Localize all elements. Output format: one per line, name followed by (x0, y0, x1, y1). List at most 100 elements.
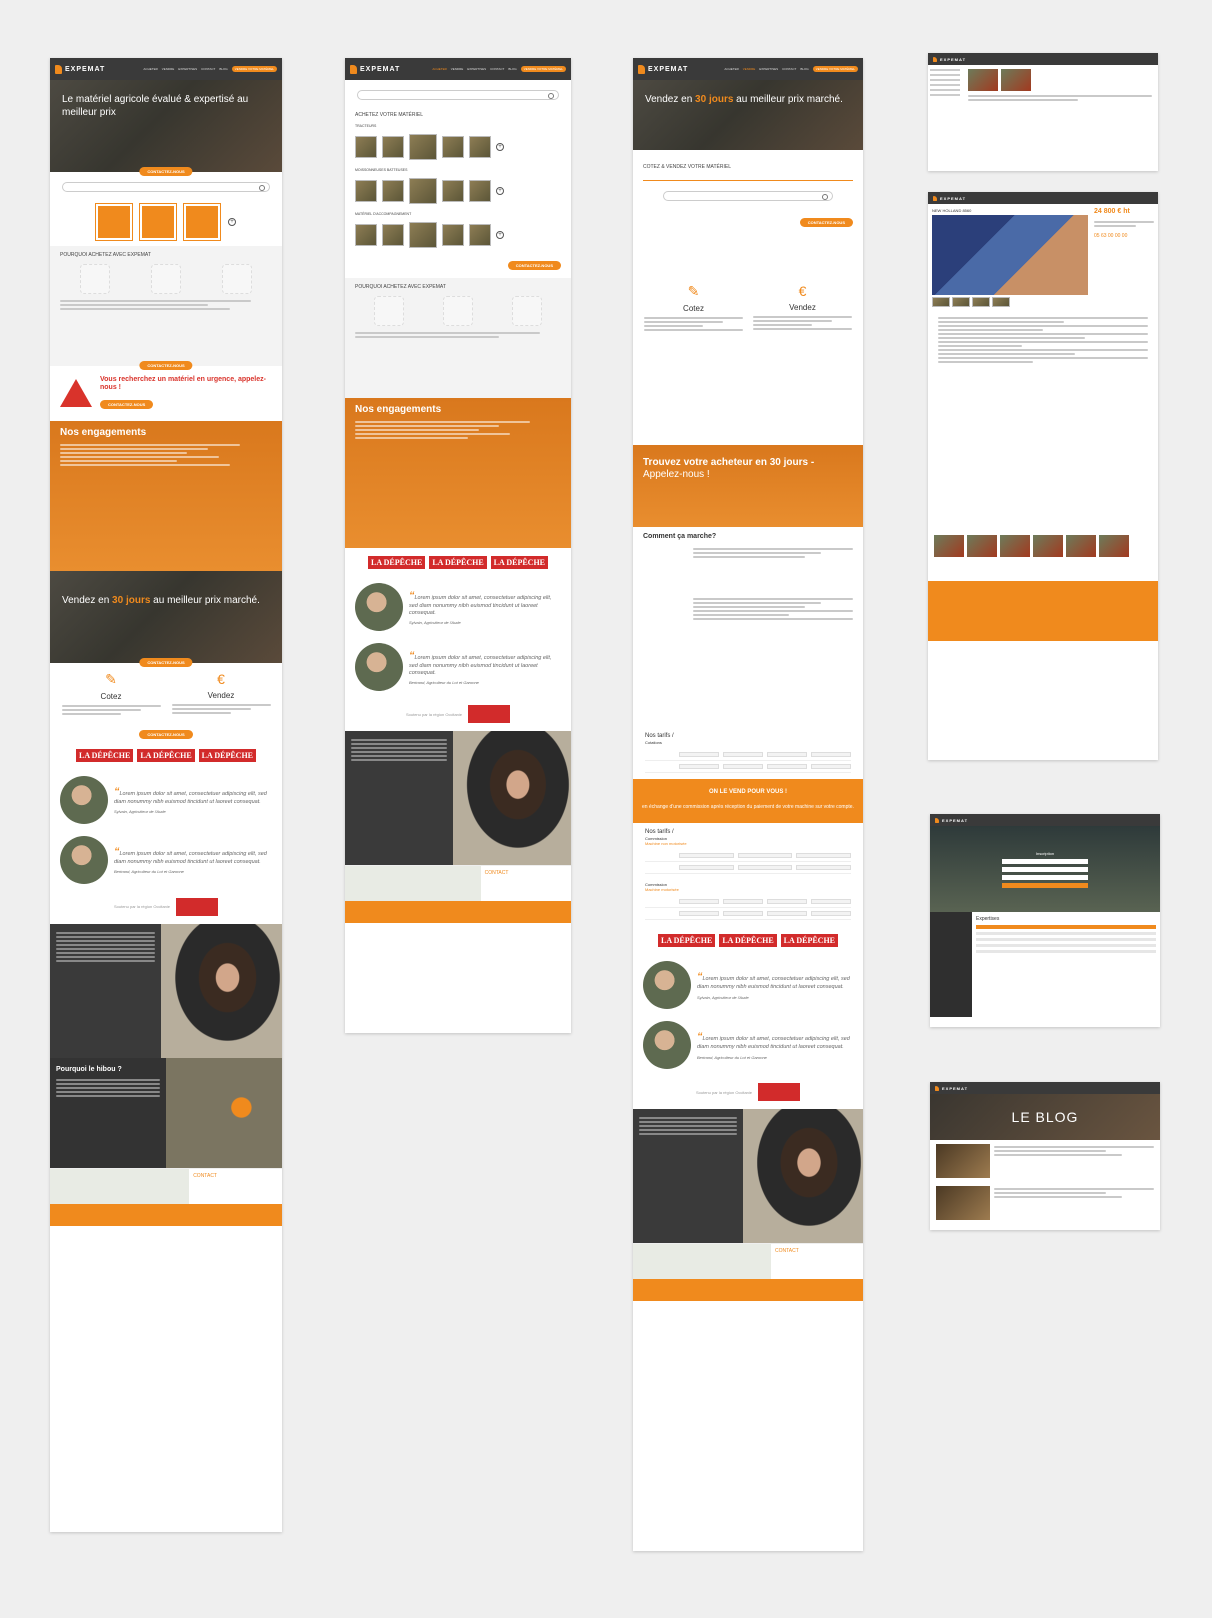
urgent-text: Vous recherchez un matériel en urgence, … (100, 376, 266, 392)
find-buyer-banner: Trouvez votre acheteur en 30 jours - App… (633, 445, 863, 527)
category-tiles: + (50, 198, 282, 246)
region-support: Soutenu par la région Occitanie (50, 890, 282, 924)
occitanie-logo (468, 705, 511, 723)
dashboard: Expertises (930, 912, 1160, 1017)
nav-item-expertises[interactable]: EXPERTISES (178, 67, 197, 71)
avatar (355, 583, 403, 631)
signup-field[interactable] (1002, 858, 1088, 864)
signup-form: Inscription (930, 826, 1160, 912)
avatar (643, 1021, 691, 1069)
contact-button-3[interactable]: CONTACTEZ-NOUS (139, 657, 193, 667)
sell-hero: Vendez en 30 jours au meilleur prix marc… (50, 570, 282, 667)
more-icon[interactable]: + (496, 187, 504, 195)
design-board: EXPEMAT ACHETER VENDRE EXPERTISES CONTAC… (0, 0, 1212, 1618)
founder-block (50, 923, 282, 1058)
mockup-product-detail: EXPEMAT NEW HOLLAND 8560 24 800 € ht 05 … (928, 192, 1158, 760)
quote-input[interactable] (663, 191, 833, 201)
nav-item-contact[interactable]: CONTACT (201, 67, 215, 71)
owl-logo-icon (933, 56, 937, 62)
wrench-icon: ✎ (687, 283, 700, 299)
search-input[interactable] (357, 90, 559, 100)
press-logo: LA DÉPÊCHE (198, 748, 257, 762)
owl-photo (166, 1057, 282, 1168)
category-tile-equipment[interactable] (184, 204, 220, 240)
mockup-acheter: EXPEMAT ACHETER VENDRE EXPERTISES CONTAC… (345, 58, 571, 1033)
contact-button[interactable]: CONTACTEZ-NOUS (507, 261, 561, 270)
nav-item-acheter[interactable]: ACHETER (432, 67, 446, 71)
nav-item-contact[interactable]: CONTACT (490, 67, 504, 71)
nav-item-acheter[interactable]: ACHETER (143, 67, 157, 71)
nav-sell-button[interactable]: VENDRE VOTRE MATÉRIEL (520, 66, 566, 72)
top-nav: EXPEMAT ACHETER VENDRE EXPERTISES CONTAC… (345, 58, 571, 80)
more-icon[interactable]: + (496, 231, 504, 239)
map[interactable] (633, 1244, 771, 1279)
mockup-home: EXPEMAT ACHETER VENDRE EXPERTISES CONTAC… (50, 58, 282, 1532)
phone-number[interactable]: 05 63 00 00 00 (1094, 233, 1154, 239)
signup-field[interactable] (1002, 866, 1088, 872)
nav-menu: ACHETER VENDRE EXPERTISES CONTACT BLOG V… (143, 66, 277, 72)
footer (928, 581, 1158, 641)
nav-item-vendre[interactable]: VENDRE (162, 67, 175, 71)
owl-section: Pourquoi le hibou ? (50, 1057, 282, 1168)
cote-section: COTEZ & VENDEZ VOTRE MATÉRIEL CONTACTEZ-… (633, 150, 863, 275)
nav-sell-button[interactable]: VENDRE VOTRE MATÉRIEL (231, 66, 277, 72)
tarifs-commission: Nos tarifs / Commission Machine non moto… (633, 823, 863, 926)
blog-post[interactable] (930, 1140, 1160, 1182)
product-photo[interactable] (932, 215, 1088, 295)
contact-button[interactable]: CONTACTEZ-NOUS (139, 167, 193, 176)
brand-logo[interactable]: EXPEMAT (55, 64, 105, 74)
contact-button-2[interactable]: CONTACTEZ-NOUS (139, 361, 193, 370)
nav-item-expertises[interactable]: EXPERTISES (467, 67, 486, 71)
mockup-blog: EXPEMAT LE BLOG (930, 1082, 1160, 1230)
contact-button-4[interactable]: CONTACTEZ-NOUS (139, 729, 193, 739)
on-le-vend-banner: ON LE VEND POUR VOUS ! en échange d'une … (633, 779, 863, 823)
wrench-icon: ✎ (105, 670, 117, 687)
blog-post[interactable] (930, 1182, 1160, 1224)
press-logos: LA DÉPÊCHE LA DÉPÊCHE LA DÉPÊCHE (345, 548, 571, 577)
category-tile-harvesters[interactable] (140, 204, 176, 240)
avatar (60, 835, 108, 884)
search-icon (374, 296, 405, 326)
checklist-icon (221, 264, 252, 294)
engagements-section: Nos engagements (345, 398, 571, 548)
warning-icon (60, 379, 92, 408)
testimonial: “Lorem ipsum dolor sit amet, consectetue… (633, 955, 863, 1015)
euro-hand-icon: € (217, 670, 225, 687)
how-section: Comment ça marche? (633, 527, 863, 727)
why-title: POURQUOI ACHETEZ AVEC EXPEMAT (60, 252, 151, 258)
euro-hand-icon: € (798, 283, 807, 299)
contact-map: CONTACT (50, 1167, 282, 1204)
owl-logo-icon (638, 64, 645, 74)
mockup-expertise: EXPEMAT Inscription Expertises (930, 814, 1160, 1027)
founder-photo (453, 731, 571, 865)
founder-photo (743, 1109, 863, 1243)
cotez-vendez: ✎ Cotez € Vendez (50, 663, 282, 723)
category-tile-tractors[interactable] (96, 204, 132, 240)
filter-sidebar[interactable] (928, 65, 962, 105)
press-logo: LA DÉPÊCHE (137, 748, 195, 762)
more-icon[interactable]: + (496, 143, 504, 151)
search-icon (80, 264, 111, 294)
search-input[interactable] (62, 182, 270, 192)
nav-item-blog[interactable]: BLOG (508, 67, 516, 71)
footer (50, 1203, 282, 1226)
signup-field[interactable] (1002, 874, 1088, 880)
footer (345, 901, 571, 923)
occitanie-logo (758, 1083, 801, 1101)
urgent-contact-button[interactable]: Contactez-nous (100, 399, 154, 409)
avatar (355, 643, 403, 691)
dashboard-sidebar[interactable] (930, 912, 972, 1017)
engagements-title: Nos engagements (355, 404, 442, 415)
testimonial: “Lorem ipsum dolor sit amet, consectetue… (345, 637, 571, 697)
nav-item-vendre[interactable]: VENDRE (451, 67, 464, 71)
why-icons (60, 264, 272, 294)
owl-logo-icon (55, 64, 62, 74)
engagements-section: Nos engagements (50, 420, 282, 571)
map[interactable] (50, 1168, 190, 1204)
owl-logo-icon (935, 817, 939, 823)
map[interactable] (345, 866, 481, 901)
more-icon[interactable]: + (228, 218, 236, 226)
signup-button[interactable] (1002, 882, 1088, 888)
nav-item-blog[interactable]: BLOG (219, 67, 227, 71)
why-title: POURQUOI ACHETEZ AVEC EXPEMAT (355, 284, 446, 290)
